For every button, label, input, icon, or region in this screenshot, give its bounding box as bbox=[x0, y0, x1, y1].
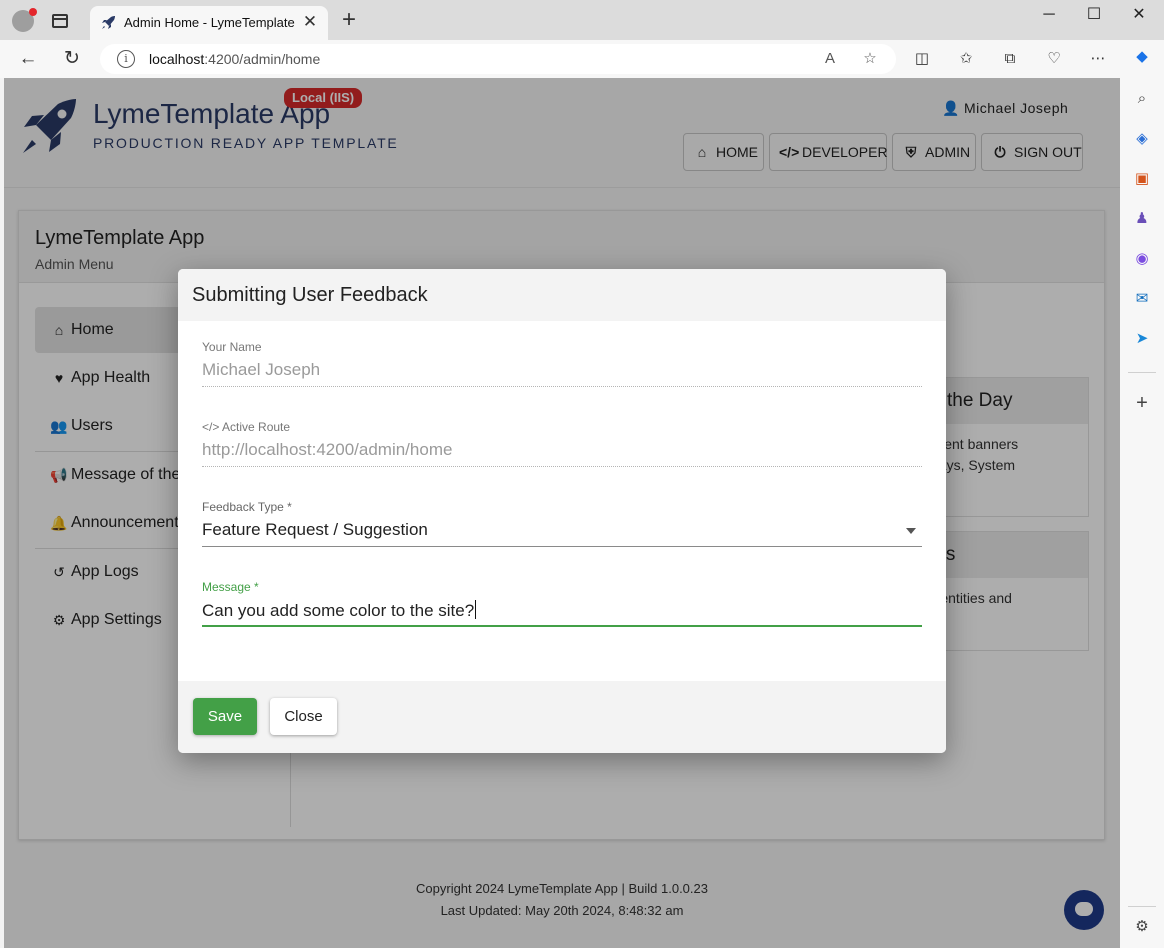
site-info-icon[interactable]: i bbox=[117, 50, 135, 68]
field-underline bbox=[202, 386, 922, 387]
outlook-icon[interactable]: ✉ bbox=[1131, 288, 1153, 310]
shopping-tag-icon[interactable]: ◈ bbox=[1131, 128, 1153, 150]
minimize-icon[interactable]: ─ bbox=[1034, 4, 1064, 26]
games-icon[interactable]: ♟ bbox=[1131, 208, 1153, 230]
maximize-icon[interactable]: ☐ bbox=[1079, 4, 1109, 26]
browser-essentials-icon[interactable]: ♡ bbox=[1043, 48, 1065, 70]
feedback-type-label: Feedback Type * bbox=[202, 500, 292, 514]
text-caret bbox=[475, 600, 477, 619]
url-text: localhost:4200/admin/home bbox=[149, 51, 321, 67]
more-menu-icon[interactable]: ⋯ bbox=[1087, 48, 1109, 70]
close-button[interactable]: Close bbox=[270, 698, 337, 735]
field-underline bbox=[202, 546, 922, 547]
browser-address-bar: ← ↻ i localhost:4200/admin/home A ☆ ◫ ✩ … bbox=[0, 40, 1164, 78]
feedback-dialog: Submitting User Feedback Your Name Micha… bbox=[178, 269, 946, 753]
collections-icon[interactable]: ⧉ bbox=[999, 48, 1021, 70]
field-underline bbox=[202, 466, 922, 467]
copilot-icon[interactable]: ◆ bbox=[1131, 46, 1153, 68]
tab-title: Admin Home - LymeTemplate App bbox=[124, 15, 296, 30]
edge-separator bbox=[1128, 372, 1156, 373]
edge-separator bbox=[1128, 906, 1156, 907]
browser-tab-active[interactable]: Admin Home - LymeTemplate App ✕ bbox=[90, 6, 328, 40]
dropdown-arrow-icon[interactable] bbox=[906, 528, 916, 534]
browser-tab-bar: Admin Home - LymeTemplate App ✕ + ─ ☐ ✕ bbox=[0, 0, 1164, 40]
tools-briefcase-icon[interactable]: ▣ bbox=[1131, 168, 1153, 190]
your-name-value: Michael Joseph bbox=[202, 360, 321, 379]
back-arrow-icon[interactable]: ← bbox=[16, 48, 40, 70]
rocket-favicon-icon bbox=[102, 16, 115, 29]
message-input[interactable]: Message * Can you add some color to the … bbox=[202, 580, 922, 630]
favorite-star-icon[interactable]: ☆ bbox=[860, 49, 880, 69]
active-route-label: </> Active Route bbox=[202, 420, 291, 434]
telegram-icon[interactable]: ➤ bbox=[1131, 328, 1153, 350]
dialog-header: Submitting User Feedback bbox=[178, 269, 946, 321]
your-name-label: Your Name bbox=[202, 340, 262, 354]
new-tab-icon[interactable]: + bbox=[338, 8, 360, 32]
add-sidebar-app-icon[interactable]: + bbox=[1131, 392, 1153, 414]
window-close-icon[interactable]: ✕ bbox=[1124, 4, 1154, 26]
active-route-value: http://localhost:4200/admin/home bbox=[202, 440, 453, 459]
message-value[interactable]: Can you add some color to the site? bbox=[202, 600, 477, 621]
message-label: Message * bbox=[202, 580, 259, 594]
dialog-title: Submitting User Feedback bbox=[192, 284, 428, 306]
sidebar-settings-gear-icon[interactable]: ⚙ bbox=[1131, 916, 1153, 938]
field-underline bbox=[202, 625, 922, 627]
feedback-type-select[interactable]: Feedback Type * Feature Request / Sugges… bbox=[202, 500, 922, 550]
favorites-icon[interactable]: ✩ bbox=[955, 48, 977, 70]
url-input[interactable]: i localhost:4200/admin/home A ☆ bbox=[100, 44, 896, 74]
read-aloud-icon[interactable]: A bbox=[820, 49, 840, 69]
save-button[interactable]: Save bbox=[193, 698, 257, 735]
edge-sidebar: ◆ ⌕ ◈ ▣ ♟ ◉ ✉ ➤ + ⚙ bbox=[1120, 40, 1164, 948]
refresh-icon[interactable]: ↻ bbox=[60, 48, 84, 70]
profile-avatar-icon[interactable] bbox=[12, 8, 37, 32]
feedback-type-value[interactable]: Feature Request / Suggestion bbox=[202, 520, 428, 540]
code-icon: </> bbox=[202, 420, 223, 434]
split-screen-icon[interactable]: ◫ bbox=[911, 48, 933, 70]
tab-actions-icon[interactable] bbox=[52, 14, 68, 28]
active-route-field: </> Active Route http://localhost:4200/a… bbox=[202, 420, 922, 470]
your-name-field: Your Name Michael Joseph bbox=[202, 340, 922, 390]
dialog-footer: Save Close bbox=[178, 681, 946, 753]
search-icon[interactable]: ⌕ bbox=[1131, 88, 1153, 110]
office-icon[interactable]: ◉ bbox=[1131, 248, 1153, 270]
tab-close-icon[interactable]: ✕ bbox=[300, 12, 320, 32]
